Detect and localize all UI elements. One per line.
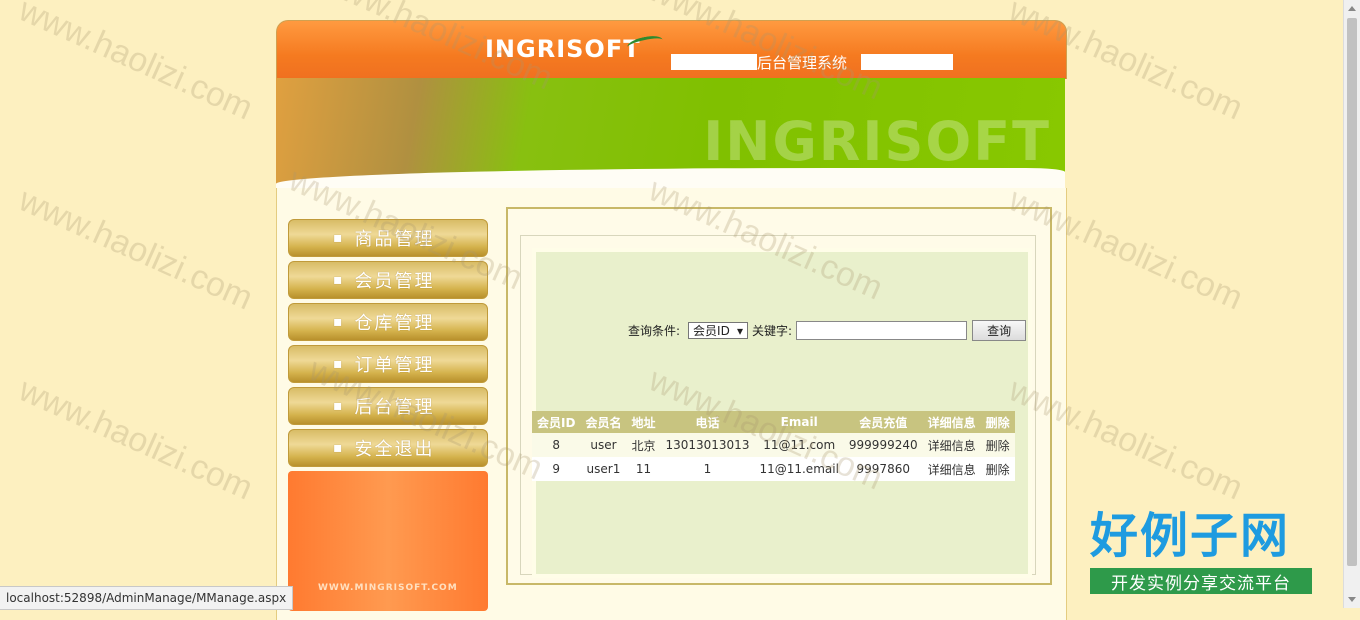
sidebar-menu: ▪ 商品管理 ▪ 会员管理 ▪ 仓库管理 ▪ 订单管理 ▪ 后台管理 ▪ 安全退… bbox=[288, 219, 488, 471]
banner-logo-watermark: INGRISOFT bbox=[703, 110, 1051, 173]
bullet-icon: ▪ bbox=[333, 398, 345, 414]
sidebar-footer-url: WWW.MINGRISOFT.COM bbox=[318, 583, 458, 593]
details-link[interactable]: 详细信息 bbox=[922, 433, 981, 457]
cell-member-name: user1 bbox=[586, 462, 621, 476]
cell-email: 11@11.email bbox=[759, 462, 839, 476]
status-bar: localhost:52898/AdminManage/MManage.aspx bbox=[0, 586, 294, 610]
column-header: 详细信息 bbox=[922, 411, 981, 433]
brand-sub-text: 开发实例分享交流平台 bbox=[1090, 568, 1312, 594]
watermark-text: www.haolizi.com bbox=[13, 0, 259, 128]
brand-main-text: 好例子网 bbox=[1090, 508, 1291, 564]
column-header: 会员充值 bbox=[843, 411, 923, 433]
main-content: 查询条件: 会员ID ▾ 关键字: 查询 会员ID 会员名 地址 电话 Emai… bbox=[506, 207, 1052, 585]
column-header: 会员名 bbox=[580, 411, 627, 433]
sidebar-item-label: 会员管理 bbox=[354, 271, 435, 292]
vertical-scrollbar[interactable] bbox=[1343, 0, 1360, 608]
cell-email: 11@11.com bbox=[754, 433, 844, 457]
logo-text: INGRISOFT bbox=[485, 35, 641, 63]
cell-member-id: 8 bbox=[532, 433, 581, 457]
column-header: 会员ID bbox=[532, 411, 581, 433]
sidebar-item-label: 商品管理 bbox=[354, 229, 435, 250]
bullet-icon: ▪ bbox=[333, 272, 345, 288]
system-title: 后台管理系统 bbox=[757, 54, 848, 72]
sidebar-item-product-management[interactable]: ▪ 商品管理 bbox=[288, 219, 488, 257]
member-panel: 查询条件: 会员ID ▾ 关键字: 查询 会员ID 会员名 地址 电话 Emai… bbox=[532, 248, 1032, 578]
search-bar: 查询条件: 会员ID ▾ 关键字: 查询 bbox=[628, 320, 1027, 341]
banner-image: INGRISOFT bbox=[276, 78, 1065, 188]
status-url: localhost:52898/AdminManage/MManage.aspx bbox=[6, 591, 287, 605]
sidebar-item-member-management[interactable]: ▪ 会员管理 bbox=[288, 261, 488, 299]
table-row: 9 user1 11 1 11@11.email 9997860 详细信息 删除 bbox=[532, 457, 1015, 481]
cell-address: 北京 bbox=[626, 433, 661, 457]
redacted-box-left bbox=[671, 54, 757, 70]
condition-selected-value: 会员ID bbox=[693, 324, 730, 338]
header-banner: INGRISOFT 后台管理系统 bbox=[276, 20, 1067, 79]
sidebar-item-admin-management[interactable]: ▪ 后台管理 bbox=[288, 387, 488, 425]
details-link[interactable]: 详细信息 bbox=[923, 457, 981, 481]
column-header: 删除 bbox=[980, 411, 1015, 433]
sidebar-item-order-management[interactable]: ▪ 订单管理 bbox=[288, 345, 488, 383]
sidebar-item-label: 订单管理 bbox=[354, 355, 435, 376]
cell-address: 11 bbox=[635, 462, 652, 476]
sidebar-item-warehouse-management[interactable]: ▪ 仓库管理 bbox=[288, 303, 488, 341]
bullet-icon: ▪ bbox=[333, 356, 345, 372]
table-row: 8 user 北京 13013013013 11@11.com 99999924… bbox=[532, 433, 1015, 457]
banner-tear-edge bbox=[276, 168, 1065, 188]
bullet-icon: ▪ bbox=[333, 230, 345, 246]
query-button[interactable]: 查询 bbox=[972, 320, 1027, 341]
scroll-down-arrow-icon[interactable] bbox=[1348, 597, 1356, 602]
column-header: 地址 bbox=[626, 411, 661, 433]
bullet-icon: ▪ bbox=[333, 314, 345, 330]
keyword-input[interactable] bbox=[796, 321, 968, 340]
member-table: 会员ID 会员名 地址 电话 Email 会员充值 详细信息 删除 8 user… bbox=[532, 411, 1015, 481]
cell-member-id: 9 bbox=[552, 462, 561, 476]
redacted-box-right bbox=[861, 54, 953, 70]
column-header: Email bbox=[754, 411, 844, 433]
scroll-up-arrow-icon[interactable] bbox=[1348, 6, 1356, 11]
condition-select[interactable]: 会员ID ▾ bbox=[688, 322, 749, 339]
bullet-icon: ▪ bbox=[333, 440, 345, 456]
condition-label: 查询条件: bbox=[628, 324, 681, 338]
cell-recharge: 999999240 bbox=[843, 433, 923, 457]
brand-logo: 好例子网 开发实例分享交流平台 bbox=[1090, 508, 1312, 594]
sidebar-footer: WWW.MINGRISOFT.COM bbox=[288, 471, 488, 611]
sidebar-item-label: 后台管理 bbox=[354, 397, 435, 418]
delete-link[interactable]: 删除 bbox=[981, 457, 1015, 481]
sidebar-item-logout[interactable]: ▪ 安全退出 bbox=[288, 429, 488, 467]
delete-link[interactable]: 删除 bbox=[980, 433, 1015, 457]
table-header-row: 会员ID 会员名 地址 电话 Email 会员充值 详细信息 删除 bbox=[532, 411, 1015, 433]
cell-recharge: 9997860 bbox=[856, 462, 910, 476]
keyword-label: 关键字: bbox=[752, 324, 793, 338]
scroll-thumb[interactable] bbox=[1347, 18, 1357, 566]
sidebar-item-label: 安全退出 bbox=[354, 439, 435, 460]
cell-member-name: user bbox=[580, 433, 627, 457]
watermark-text: www.haolizi.com bbox=[13, 180, 259, 318]
cell-phone: 13013013013 bbox=[660, 433, 755, 457]
cell-phone: 1 bbox=[703, 462, 712, 476]
dropdown-arrow-icon: ▾ bbox=[737, 323, 744, 338]
watermark-text: www.haolizi.com bbox=[13, 370, 259, 508]
column-header: 电话 bbox=[660, 411, 755, 433]
sidebar-item-label: 仓库管理 bbox=[354, 313, 435, 334]
